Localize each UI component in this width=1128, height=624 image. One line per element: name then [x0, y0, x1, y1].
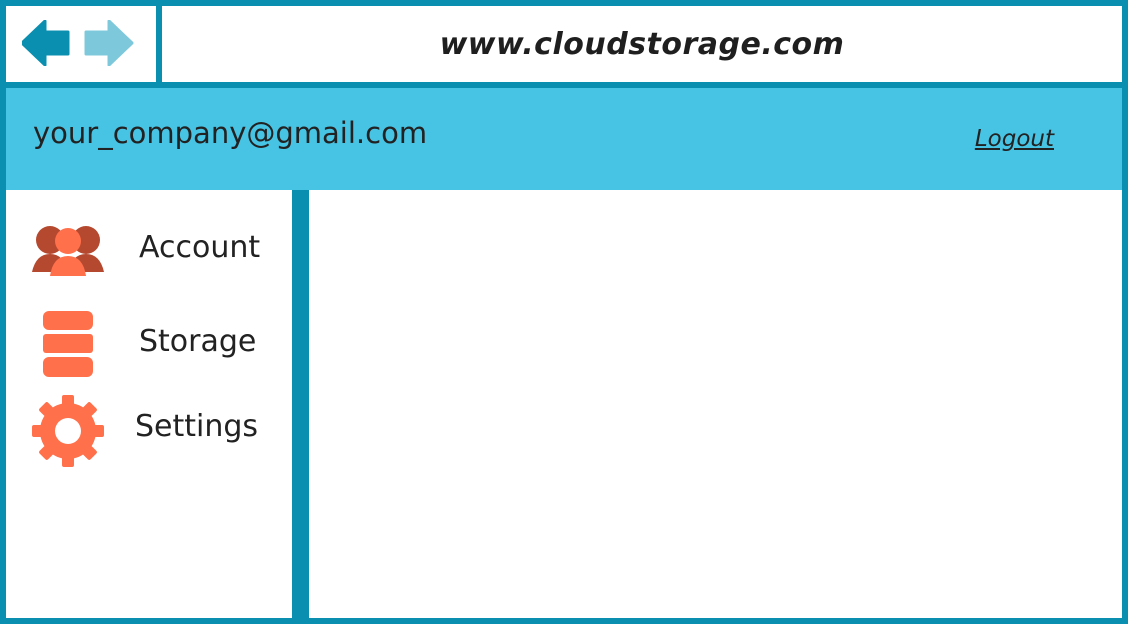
url-text: www.cloudstorage.com: [439, 26, 845, 62]
sidebar-item-label: Settings: [135, 409, 259, 444]
arrow-left-icon: [20, 19, 70, 67]
sidebar-item-label: Account: [139, 230, 261, 265]
sidebar: Account Storage Settings: [6, 190, 290, 618]
logout-link[interactable]: Logout: [975, 126, 1054, 152]
database-icon: [43, 311, 93, 377]
browser-window: www.cloudstorage.com your_company@gmail.…: [0, 0, 1128, 624]
arrow-right-icon: [84, 19, 134, 67]
navigation-buttons: [6, 6, 162, 82]
sidebar-item-settings[interactable]: Settings: [6, 393, 290, 473]
sidebar-divider: [292, 190, 309, 618]
gear-icon: [32, 395, 104, 467]
address-bar[interactable]: www.cloudstorage.com: [162, 6, 1122, 82]
account-email: your_company@gmail.com: [33, 116, 428, 150]
back-button[interactable]: [20, 19, 72, 67]
sidebar-item-storage[interactable]: Storage: [6, 306, 290, 386]
main-content: [309, 190, 1122, 618]
account-header: your_company@gmail.com Logout: [6, 88, 1122, 190]
users-icon: [32, 226, 104, 276]
sidebar-item-label: Storage: [139, 324, 257, 359]
sidebar-item-account[interactable]: Account: [6, 212, 290, 292]
forward-button[interactable]: [84, 19, 134, 67]
